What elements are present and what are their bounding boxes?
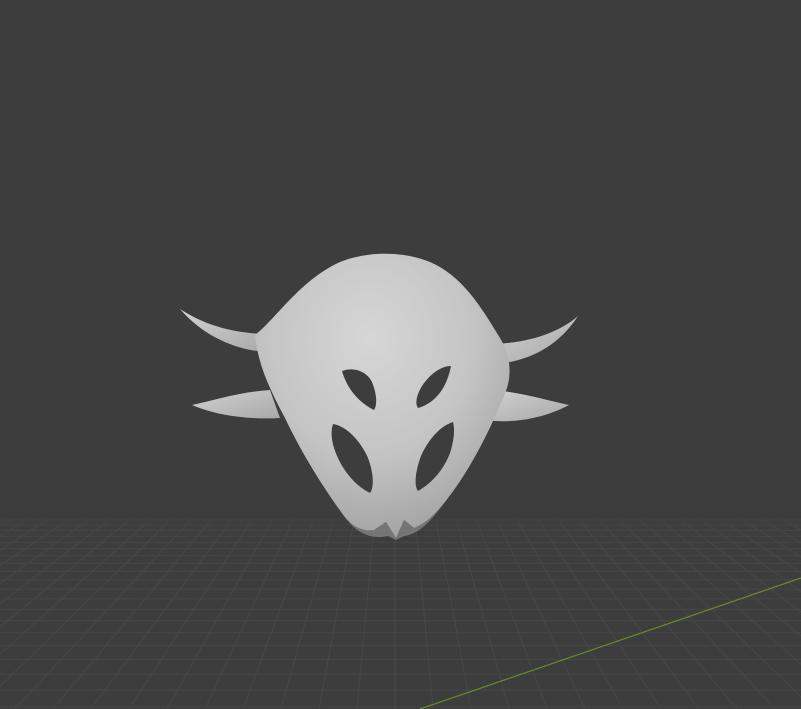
mask-body bbox=[255, 253, 510, 538]
viewport-canvas[interactable] bbox=[0, 0, 801, 709]
mask-horn-left-lower bbox=[192, 390, 280, 419]
mask-object[interactable] bbox=[180, 253, 578, 540]
3d-viewport[interactable] bbox=[0, 0, 801, 709]
x-axis-line bbox=[419, 577, 801, 709]
